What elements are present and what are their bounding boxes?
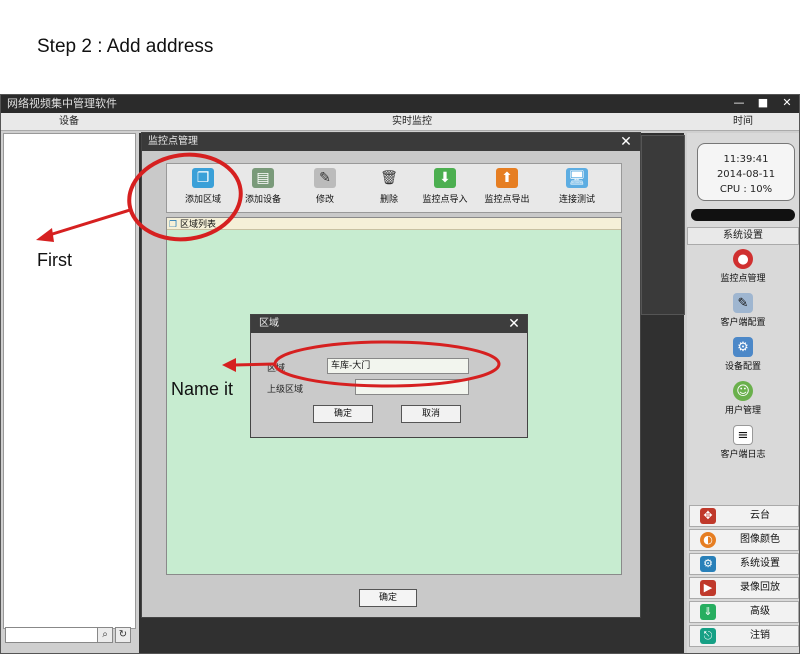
refresh-icon[interactable]: ↻ (115, 627, 131, 643)
document-icon: ≡ (733, 425, 753, 445)
device-search-input[interactable] (5, 627, 99, 643)
sidebar-item-label: 用户管理 (724, 406, 761, 416)
toolbar-label: 删除 (379, 195, 398, 205)
toolbar-label: 修改 (315, 195, 334, 205)
sidebar-item-label: 设备配置 (724, 362, 761, 372)
client-config-icon: ✎ (733, 293, 753, 313)
system-settings-label: 系统设置 (740, 558, 780, 569)
ptz-label: 云台 (750, 510, 770, 521)
connection-test-button[interactable]: 🖥 连接测试 (549, 168, 605, 210)
add-device-button[interactable]: ▤ 添加设备 (235, 168, 291, 210)
sidebar-item-client-config[interactable]: ✎ 客户端配置 (687, 291, 799, 335)
tree-root-label: 区域列表 (179, 220, 216, 230)
system-settings-button[interactable]: ⚙ 系统设置 (689, 553, 799, 575)
close-icon[interactable]: ✕ (616, 133, 636, 151)
parent-area-input[interactable] (355, 379, 469, 395)
area-dialog: 区域 ✕ 区域 车库-大门 上级区域 确定 取消 (250, 314, 528, 438)
record-icon: ● (733, 249, 753, 269)
advanced-button[interactable]: ⇓ 高级 (689, 601, 799, 623)
users-icon: ☺ (733, 381, 753, 401)
sidebar-item-monitor-points[interactable]: ● 监控点管理 (687, 247, 799, 291)
ok-button[interactable]: 确定 (313, 405, 373, 423)
delete-button[interactable]: 🗑 删除 (361, 168, 417, 210)
image-color-label: 图像颜色 (740, 534, 780, 545)
area-dialog-title: 区域 (251, 315, 527, 333)
cancel-button[interactable]: 取消 (401, 405, 461, 423)
logout-button[interactable]: ⎋ 注销 (689, 625, 799, 647)
video-tile[interactable] (641, 135, 685, 315)
dialog-ok-button[interactable]: 确定 (359, 589, 417, 607)
toolbar-label: 连接测试 (558, 195, 595, 205)
sidebar-item-client-log[interactable]: ≡ 客户端日志 (687, 423, 799, 467)
playback-label: 录像回放 (740, 582, 780, 593)
area-label: 区域 (267, 364, 286, 374)
toolbar-label: 添加区域 (184, 195, 221, 205)
area-name-input[interactable]: 车库-大门 (327, 358, 469, 374)
search-icon[interactable]: ⌕ (97, 627, 113, 643)
clock-box: 11:39:41 2014-08-11 CPU : 10% (697, 143, 795, 201)
time-header: 时间 (687, 113, 799, 131)
folder-icon: ❐ (169, 220, 178, 230)
name-it-annotation: Name it (171, 379, 234, 399)
parent-area-label: 上级区域 (267, 385, 304, 395)
export-icon: ⬆ (496, 168, 518, 188)
sidebar-item-label: 客户端配置 (720, 318, 766, 328)
maximize-icon[interactable]: ■ (755, 96, 771, 110)
advanced-icon: ⇓ (700, 604, 716, 620)
toolbar-label: 监控点导入 (422, 195, 468, 205)
clock-date: 2014-08-11 (716, 169, 776, 180)
tree-root-item[interactable]: ❐ 区域列表 (169, 217, 216, 230)
cpu-usage: CPU : 10% (719, 184, 773, 195)
image-color-button[interactable]: ◐ 图像颜色 (689, 529, 799, 551)
devices-header: 设备 (1, 113, 137, 131)
device-tree-panel[interactable] (3, 133, 136, 629)
logout-label: 注销 (750, 630, 770, 641)
import-button[interactable]: ⬇ 监控点导入 (417, 168, 473, 210)
system-settings-header: 系统设置 (687, 227, 799, 245)
toolbar: ❐ 添加区域 ▤ 添加设备 ✎ 修改 🗑 删除 ⬇ 监控点导入 ⬆ 监控点导出 … (166, 163, 622, 213)
app-title: 网络视频集中管理软件 (1, 95, 799, 113)
sidebar-item-device-config[interactable]: ⚙ 设备配置 (687, 335, 799, 379)
playback-button[interactable]: ▶ 录像回放 (689, 577, 799, 599)
import-icon: ⬇ (434, 168, 456, 188)
sidebar-item-users[interactable]: ☺ 用户管理 (687, 379, 799, 423)
add-area-button[interactable]: ❐ 添加区域 (175, 168, 231, 210)
add-area-icon: ❐ (192, 168, 214, 188)
color-icon: ◐ (700, 532, 716, 548)
toolbar-label: 监控点导出 (484, 195, 530, 205)
edit-button[interactable]: ✎ 修改 (297, 168, 353, 210)
close-icon[interactable]: ✕ (779, 96, 795, 110)
step-title: Step 2 : Add address (37, 36, 214, 57)
sidebar-item-label: 客户端日志 (720, 450, 766, 460)
advanced-label: 高级 (750, 606, 770, 617)
edit-icon: ✎ (314, 168, 336, 188)
minimize-icon[interactable]: — (731, 96, 747, 110)
dialog-title: 监控点管理 (142, 133, 640, 151)
connection-test-icon: 🖥 (566, 168, 588, 188)
logout-icon: ⎋ (700, 628, 716, 644)
settings-icon: ⚙ (700, 556, 716, 572)
sidebar-item-label: 监控点管理 (720, 274, 766, 284)
ptz-button[interactable]: ✥ 云台 (689, 505, 799, 527)
device-config-icon: ⚙ (733, 337, 753, 357)
first-annotation: First (37, 250, 72, 270)
trash-icon: 🗑 (380, 170, 398, 186)
ptz-icon: ✥ (700, 508, 716, 524)
export-button[interactable]: ⬆ 监控点导出 (479, 168, 535, 210)
clock-time: 11:39:41 (723, 154, 769, 165)
status-bar (691, 209, 795, 221)
live-header: 实时监控 (137, 113, 687, 131)
close-icon[interactable]: ✕ (505, 316, 523, 332)
add-device-icon: ▤ (252, 168, 274, 188)
toolbar-label: 添加设备 (244, 195, 281, 205)
tree-header: ❐ 区域列表 (167, 218, 621, 230)
playback-icon: ▶ (700, 580, 716, 596)
